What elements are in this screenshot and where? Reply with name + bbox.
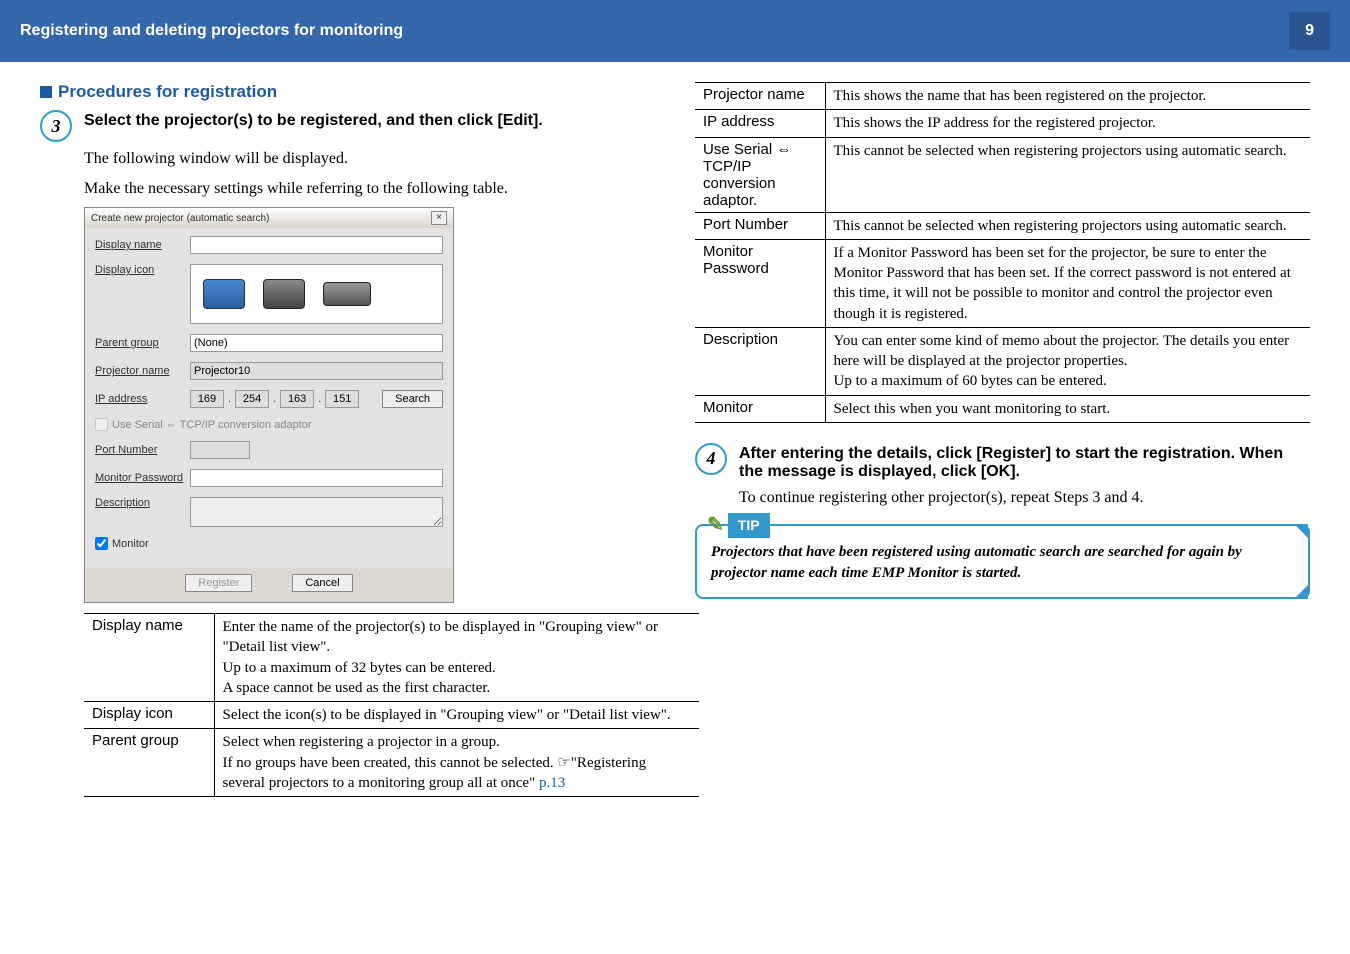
table-row: Projector nameThis shows the name that h… bbox=[695, 83, 1310, 110]
projector-icon[interactable] bbox=[263, 279, 305, 309]
register-button[interactable]: Register bbox=[185, 574, 252, 592]
label-description: Description bbox=[95, 497, 190, 509]
section-heading: Procedures for registration bbox=[40, 82, 655, 102]
field-key: Description bbox=[695, 327, 825, 395]
label-monitor-password: Monitor Password bbox=[95, 472, 190, 484]
field-value: This cannot be selected when registering… bbox=[825, 212, 1310, 239]
field-key: Projector name bbox=[695, 83, 825, 110]
field-key: Use Serial ⇔ TCP/IP conversion adaptor. bbox=[695, 137, 825, 212]
label-ip-address: IP address bbox=[95, 393, 190, 405]
tip-corner-icon bbox=[1294, 585, 1308, 599]
projector-name-input bbox=[190, 362, 443, 380]
field-key: IP address bbox=[695, 110, 825, 137]
tip-hand-icon: ✎ bbox=[707, 512, 724, 539]
label-display-icon: Display icon bbox=[95, 264, 190, 276]
table-row: DescriptionYou can enter some kind of me… bbox=[695, 327, 1310, 395]
step-4-line1: To continue registering other projector(… bbox=[739, 487, 1310, 509]
table-row: Display icon Select the icon(s) to be di… bbox=[84, 702, 699, 729]
close-icon[interactable]: × bbox=[431, 211, 447, 225]
table-row: Use Serial ⇔ TCP/IP conversion adaptor.T… bbox=[695, 137, 1310, 212]
step-3-line2: Make the necessary settings while referr… bbox=[84, 178, 655, 200]
description-input[interactable] bbox=[190, 497, 443, 527]
label-display-name: Display name bbox=[95, 239, 190, 251]
dialog-screenshot: Create new projector (automatic search) … bbox=[84, 207, 454, 603]
label-parent-group: Parent group bbox=[95, 337, 190, 349]
field-value: This shows the IP address for the regist… bbox=[825, 110, 1310, 137]
table-row: Port NumberThis cannot be selected when … bbox=[695, 212, 1310, 239]
tip-corner-icon bbox=[1294, 524, 1308, 538]
field-key: Parent group bbox=[84, 729, 214, 797]
square-bullet-icon bbox=[40, 86, 52, 98]
label-projector-name: Projector name bbox=[95, 365, 190, 377]
page-link[interactable]: p.13 bbox=[539, 775, 565, 791]
step-4-title: After entering the details, click [Regis… bbox=[739, 443, 1310, 481]
step-3-row: 3 Select the projector(s) to be register… bbox=[40, 110, 655, 142]
field-value: This shows the name that has been regist… bbox=[825, 83, 1310, 110]
use-serial-row: Use Serial ⇔ TCP/IP conversion adaptor bbox=[95, 418, 443, 431]
table-row: MonitorSelect this when you want monitor… bbox=[695, 395, 1310, 422]
display-name-input[interactable] bbox=[190, 236, 443, 254]
content: Procedures for registration 3 Select the… bbox=[0, 62, 1350, 817]
header-title: Registering and deleting projectors for … bbox=[20, 22, 403, 40]
field-value: If a Monitor Password has been set for t… bbox=[825, 239, 1310, 327]
header-bar: Registering and deleting projectors for … bbox=[0, 0, 1350, 62]
step-3-line1: The following window will be displayed. bbox=[84, 148, 655, 170]
ip-seg-2 bbox=[235, 390, 269, 408]
section-title: Procedures for registration bbox=[58, 82, 277, 102]
field-key: Monitor bbox=[695, 395, 825, 422]
step-3-title: Select the projector(s) to be registered… bbox=[84, 110, 543, 142]
label-monitor: Monitor bbox=[112, 538, 149, 550]
use-serial-checkbox bbox=[95, 418, 108, 431]
search-button[interactable]: Search bbox=[382, 390, 443, 408]
step-number-3: 3 bbox=[40, 110, 72, 142]
field-value: You can enter some kind of memo about th… bbox=[825, 327, 1310, 395]
field-key: Port Number bbox=[695, 212, 825, 239]
cancel-button[interactable]: Cancel bbox=[292, 574, 352, 592]
tip-label: TIP bbox=[728, 513, 770, 538]
field-value: Enter the name of the projector(s) to be… bbox=[214, 614, 699, 702]
parent-group-select[interactable] bbox=[190, 334, 443, 352]
label-port-number: Port Number bbox=[95, 444, 190, 456]
table-row: Parent group Select when registering a p… bbox=[84, 729, 699, 797]
tip-text: Projectors that have been registered usi… bbox=[711, 544, 1242, 580]
field-value: Select when registering a projector in a… bbox=[214, 729, 699, 797]
table-row: Display name Enter the name of the proje… bbox=[84, 614, 699, 702]
table-row: Monitor PasswordIf a Monitor Password ha… bbox=[695, 239, 1310, 327]
field-key: Monitor Password bbox=[695, 239, 825, 327]
left-column: Procedures for registration 3 Select the… bbox=[40, 82, 655, 797]
right-column: Projector nameThis shows the name that h… bbox=[695, 82, 1310, 797]
table-row: IP addressThis shows the IP address for … bbox=[695, 110, 1310, 137]
ip-seg-4 bbox=[325, 390, 359, 408]
field-table-right: Projector nameThis shows the name that h… bbox=[695, 82, 1310, 423]
port-number-input bbox=[190, 441, 250, 459]
monitor-password-input[interactable] bbox=[190, 469, 443, 487]
label-use-serial: Use Serial ⇔ TCP/IP conversion adaptor bbox=[112, 419, 312, 431]
ip-seg-3 bbox=[280, 390, 314, 408]
field-table-left: Display name Enter the name of the proje… bbox=[84, 613, 699, 797]
field-value: Select this when you want monitoring to … bbox=[825, 395, 1310, 422]
step-4-row: 4 After entering the details, click [Reg… bbox=[695, 443, 1310, 481]
dialog-title: Create new projector (automatic search) bbox=[91, 213, 269, 224]
dialog-titlebar: Create new projector (automatic search) … bbox=[85, 208, 453, 228]
tip-box: ✎ TIP Projectors that have been register… bbox=[695, 524, 1310, 599]
field-value: This cannot be selected when registering… bbox=[825, 137, 1310, 212]
field-value: Select the icon(s) to be displayed in "G… bbox=[214, 702, 699, 729]
field-key: Display name bbox=[84, 614, 214, 702]
projector-icon[interactable] bbox=[323, 282, 371, 306]
step-number-4: 4 bbox=[695, 443, 727, 475]
page-number: 9 bbox=[1289, 12, 1330, 50]
field-key: Display icon bbox=[84, 702, 214, 729]
projector-icon[interactable] bbox=[203, 279, 245, 309]
display-icon-picker[interactable] bbox=[190, 264, 443, 324]
ip-seg-1 bbox=[190, 390, 224, 408]
monitor-checkbox[interactable] bbox=[95, 537, 108, 550]
